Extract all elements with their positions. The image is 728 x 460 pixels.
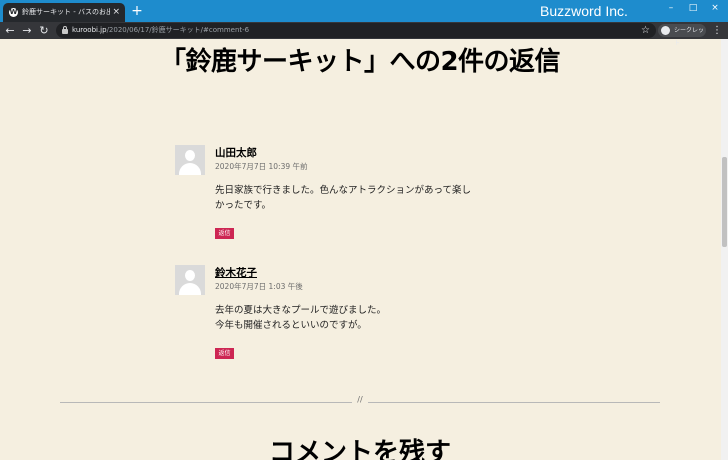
section-divider (60, 402, 352, 403)
avatar (175, 265, 205, 295)
reload-icon[interactable]: ↻ (37, 22, 51, 39)
scrollbar[interactable] (721, 39, 728, 460)
comment-date[interactable]: 2020年7月7日 1:03 午後 (215, 281, 303, 292)
comment-body-line: 先日家族で行きました。色んなアトラクションがあって楽し (215, 185, 472, 196)
bookmark-star-icon[interactable]: ☆ (641, 22, 650, 39)
incognito-badge[interactable]: シークレット (658, 24, 706, 47)
scrollbar-thumb[interactable] (722, 157, 727, 247)
browser-toolbar: ← → ↻ kuroobi.jp/2020/06/17/鈴鹿サーキット/#com… (0, 22, 728, 39)
incognito-icon (661, 26, 670, 35)
section-divider (368, 402, 660, 403)
minimize-button[interactable]: – (660, 0, 682, 20)
url-text[interactable]: kuroobi.jp/2020/06/17/鈴鹿サーキット/#comment-6 (72, 23, 249, 38)
leave-comment-heading: コメントを残す (268, 438, 451, 460)
brand-watermark: Buzzword Inc. (540, 3, 628, 19)
forward-arrow-icon[interactable]: → (20, 22, 34, 39)
wordpress-icon: W (9, 8, 18, 17)
comment-author-link[interactable]: 鈴木花子 (215, 265, 257, 280)
page-content: 「鈴鹿サーキット」への2件の返信 山田太郎 2020年7月7日 10:39 午前… (0, 39, 721, 460)
tab-title: 鈴鹿サーキット - バスのお出かけブロ (22, 8, 110, 16)
lock-icon (62, 26, 68, 34)
comment-date[interactable]: 2020年7月7日 10:39 午前 (215, 161, 308, 172)
maximize-button[interactable]: □ (682, 0, 704, 20)
comment-body-line: 去年の夏は大きなプールで遊びました。 (215, 305, 387, 316)
comment-body: 去年の夏は大きなプールで遊びました。 今年も開催されるといいのですが。 (215, 303, 515, 333)
close-window-button[interactable]: × (704, 0, 726, 20)
reply-button[interactable]: 返信 (215, 228, 234, 239)
comment-body-line: 今年も開催されるといいのですが。 (215, 320, 367, 331)
avatar (175, 145, 205, 175)
comment-body: 先日家族で行きました。色んなアトラクションがあって楽し かったです。 (215, 183, 515, 213)
close-tab-icon[interactable]: × (112, 3, 120, 22)
comments-heading: 「鈴鹿サーキット」への2件の返信 (159, 47, 561, 77)
url-host: kuroobi.jp (72, 26, 107, 34)
comment-body-line: かったです。 (215, 200, 272, 211)
browser-tab[interactable]: W 鈴鹿サーキット - バスのお出かけブロ × (3, 3, 125, 22)
browser-menu-icon[interactable]: ⋮ (712, 22, 722, 39)
title-bar: W 鈴鹿サーキット - バスのお出かけブロ × + Buzzword Inc. … (0, 0, 728, 22)
back-arrow-icon[interactable]: ← (3, 22, 17, 39)
divider-mark: // (357, 395, 363, 404)
comment-author: 山田太郎 (215, 147, 257, 159)
url-path: /2020/06/17/鈴鹿サーキット/#comment-6 (106, 26, 250, 34)
address-bar[interactable]: kuroobi.jp/2020/06/17/鈴鹿サーキット/#comment-6 (56, 23, 656, 38)
reply-button[interactable]: 返信 (215, 348, 234, 359)
new-tab-button[interactable]: + (129, 2, 145, 20)
